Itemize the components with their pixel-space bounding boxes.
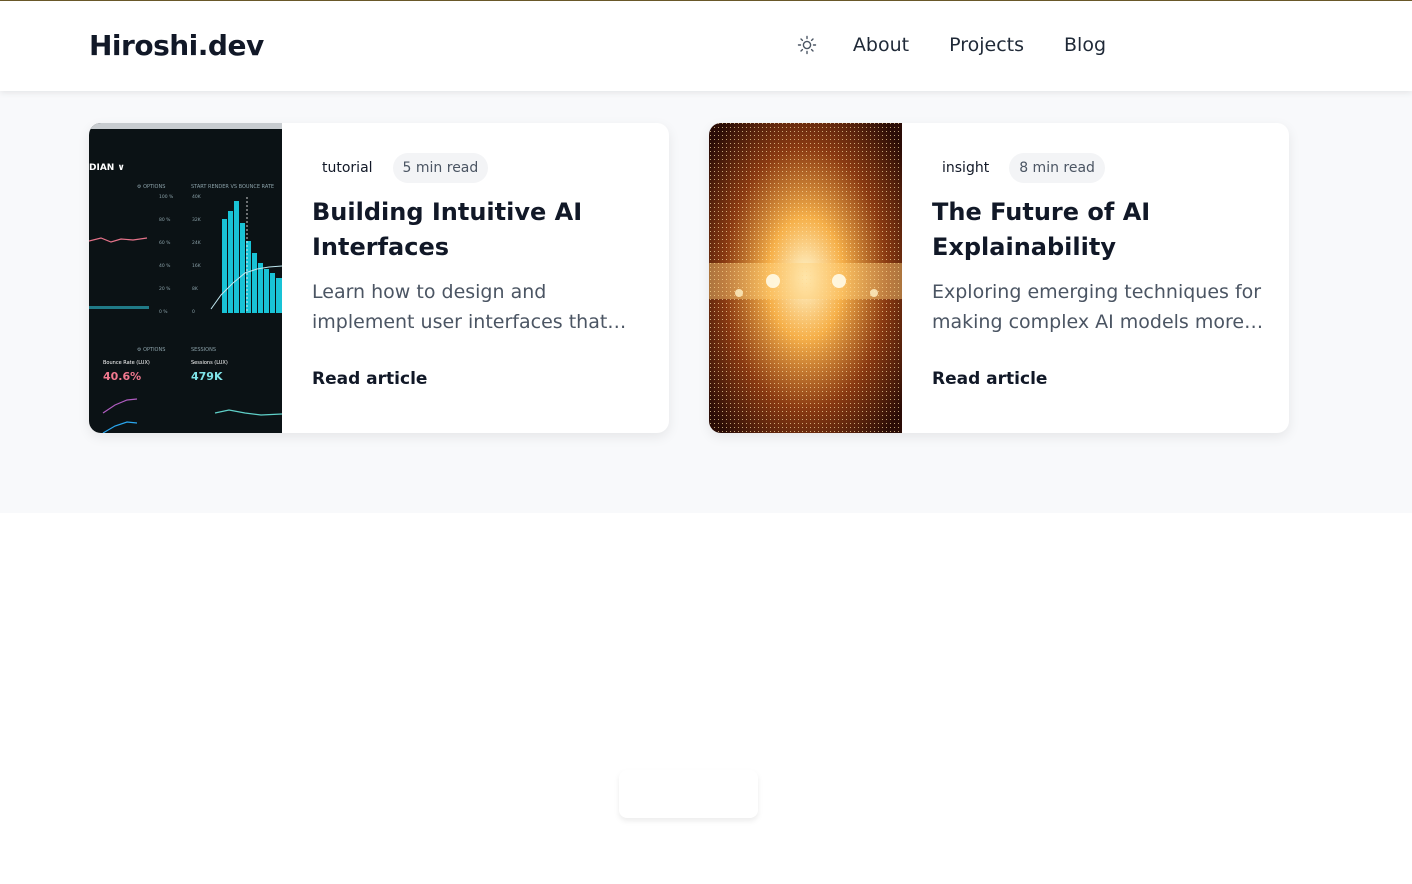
svg-text:60 %: 60 %	[159, 240, 171, 246]
article-card[interactable]: insight 8 min read The Future of AI Expl…	[709, 123, 1289, 433]
article-meta: tutorial 5 min read	[312, 153, 645, 183]
svg-text:0 %: 0 %	[159, 309, 168, 315]
svg-text:0: 0	[192, 309, 195, 315]
svg-text:Bounce Rate (LUX): Bounce Rate (LUX)	[103, 360, 150, 366]
site-header: Hiroshi.dev About Projects Blog	[0, 1, 1412, 91]
article-body: tutorial 5 min read Building Intuitive A…	[312, 153, 645, 337]
main-nav: About Projects Blog	[797, 34, 1106, 56]
svg-text:⚙ OPTIONS: ⚙ OPTIONS	[137, 347, 165, 353]
article-thumbnail-image: DIAN ∨ ⚙ OPTIONS START RENDER VS BOUNCE …	[89, 123, 282, 433]
site-logo[interactable]: Hiroshi.dev	[89, 29, 264, 62]
svg-text:40 %: 40 %	[159, 263, 171, 269]
svg-text:START RENDER VS BOUNCE RATE: START RENDER VS BOUNCE RATE	[191, 184, 274, 190]
svg-text:80 %: 80 %	[159, 217, 171, 223]
svg-text:⚙ OPTIONS: ⚙ OPTIONS	[137, 184, 165, 190]
sun-icon[interactable]	[797, 35, 817, 55]
article-title[interactable]: The Future of AI Explainability	[932, 195, 1265, 265]
nav-projects[interactable]: Projects	[949, 34, 1024, 56]
read-time-badge: 5 min read	[392, 153, 489, 183]
article-excerpt: Learn how to design and implement user i…	[312, 281, 608, 333]
svg-text:479K: 479K	[191, 370, 223, 383]
svg-text:16K: 16K	[192, 263, 202, 269]
svg-text:100 %: 100 %	[159, 194, 174, 200]
article-excerpt: Exploring emerging techniques for making…	[932, 281, 1262, 333]
svg-text:40.6%: 40.6%	[103, 370, 141, 383]
read-article-link[interactable]: Read article	[932, 369, 1047, 389]
article-card[interactable]: DIAN ∨ ⚙ OPTIONS START RENDER VS BOUNCE …	[89, 123, 669, 433]
article-title[interactable]: Building Intuitive AI Interfaces	[312, 195, 645, 265]
svg-text:Sessions (LUX): Sessions (LUX)	[191, 360, 228, 366]
article-thumbnail-image	[709, 123, 902, 433]
svg-text:DIAN ∨: DIAN ∨	[89, 163, 125, 173]
category-tag[interactable]: tutorial	[312, 153, 383, 183]
svg-text:SESSIONS: SESSIONS	[191, 347, 216, 353]
nav-blog[interactable]: Blog	[1064, 34, 1106, 56]
read-time-badge: 8 min read	[1009, 153, 1105, 183]
svg-text:20 %: 20 %	[159, 286, 171, 292]
svg-text:32K: 32K	[192, 217, 202, 223]
svg-text:40K: 40K	[192, 194, 202, 200]
article-meta: insight 8 min read	[932, 153, 1265, 183]
article-body: insight 8 min read The Future of AI Expl…	[932, 153, 1265, 337]
svg-text:24K: 24K	[192, 240, 202, 246]
category-tag[interactable]: insight	[932, 153, 999, 183]
read-article-link[interactable]: Read article	[312, 369, 427, 389]
floating-panel	[619, 770, 758, 818]
articles-section: DIAN ∨ ⚙ OPTIONS START RENDER VS BOUNCE …	[0, 91, 1412, 513]
nav-about[interactable]: About	[853, 34, 909, 56]
